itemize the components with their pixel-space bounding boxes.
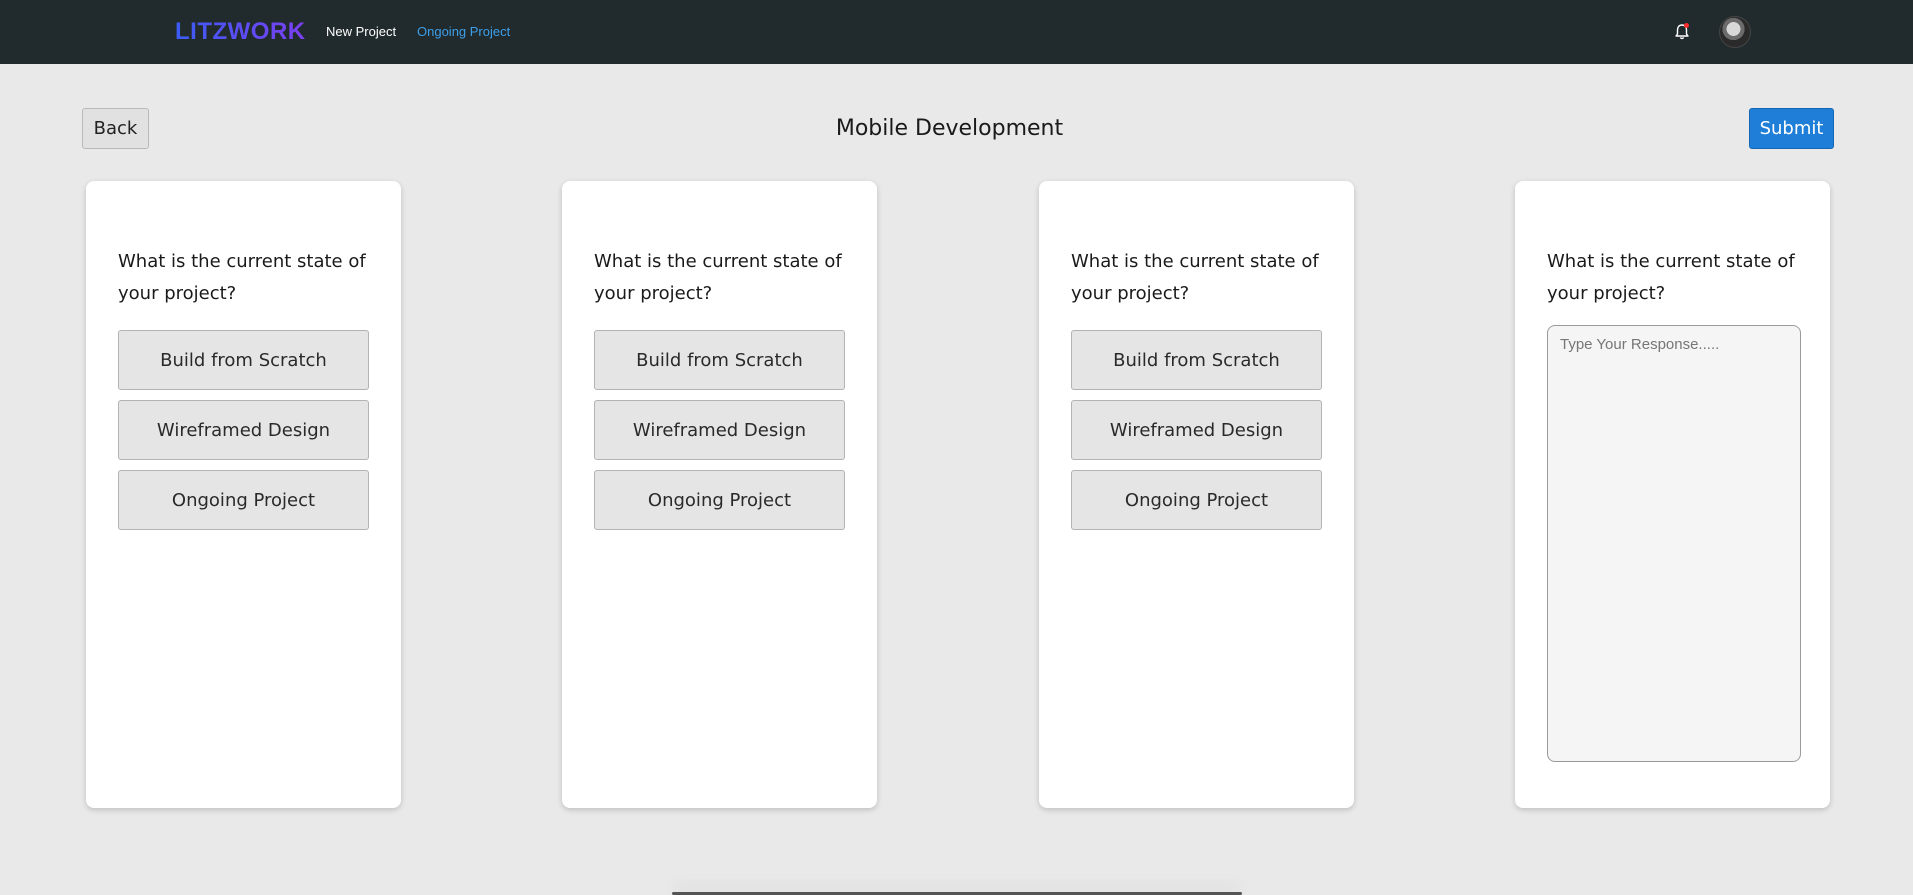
option-build-from-scratch[interactable]: Build from Scratch (1071, 330, 1322, 390)
brand-logo[interactable]: LITZWORK (175, 17, 306, 47)
top-navbar: LITZWORK New Project Ongoing Project (0, 0, 1913, 64)
question-card-2: What is the current state of your projec… (562, 181, 877, 808)
option-ongoing-project[interactable]: Ongoing Project (1071, 470, 1322, 530)
question-card-1: What is the current state of your projec… (86, 181, 401, 808)
bell-icon[interactable] (1672, 22, 1692, 42)
question-text: What is the current state of your projec… (118, 251, 366, 304)
option-wireframed-design[interactable]: Wireframed Design (594, 400, 845, 460)
option-build-from-scratch[interactable]: Build from Scratch (118, 330, 369, 390)
nav-link-ongoing-project[interactable]: Ongoing Project (417, 23, 510, 41)
response-textarea[interactable] (1547, 325, 1801, 762)
notification-dot (1684, 23, 1689, 28)
nav-link-new-project[interactable]: New Project (326, 23, 396, 41)
option-ongoing-project[interactable]: Ongoing Project (118, 470, 369, 530)
submit-button[interactable]: Submit (1749, 108, 1834, 149)
page-title: Mobile Development (835, 116, 1064, 141)
option-wireframed-design[interactable]: Wireframed Design (1071, 400, 1322, 460)
question-text: What is the current state of your projec… (594, 251, 842, 304)
question-text: What is the current state of your projec… (1071, 251, 1319, 304)
question-card-4: What is the current state of your projec… (1515, 181, 1830, 808)
question-text: What is the current state of your projec… (1547, 251, 1795, 304)
option-ongoing-project[interactable]: Ongoing Project (594, 470, 845, 530)
option-build-from-scratch[interactable]: Build from Scratch (594, 330, 845, 390)
question-card-3: What is the current state of your projec… (1039, 181, 1354, 808)
option-wireframed-design[interactable]: Wireframed Design (118, 400, 369, 460)
user-avatar[interactable] (1719, 16, 1751, 48)
